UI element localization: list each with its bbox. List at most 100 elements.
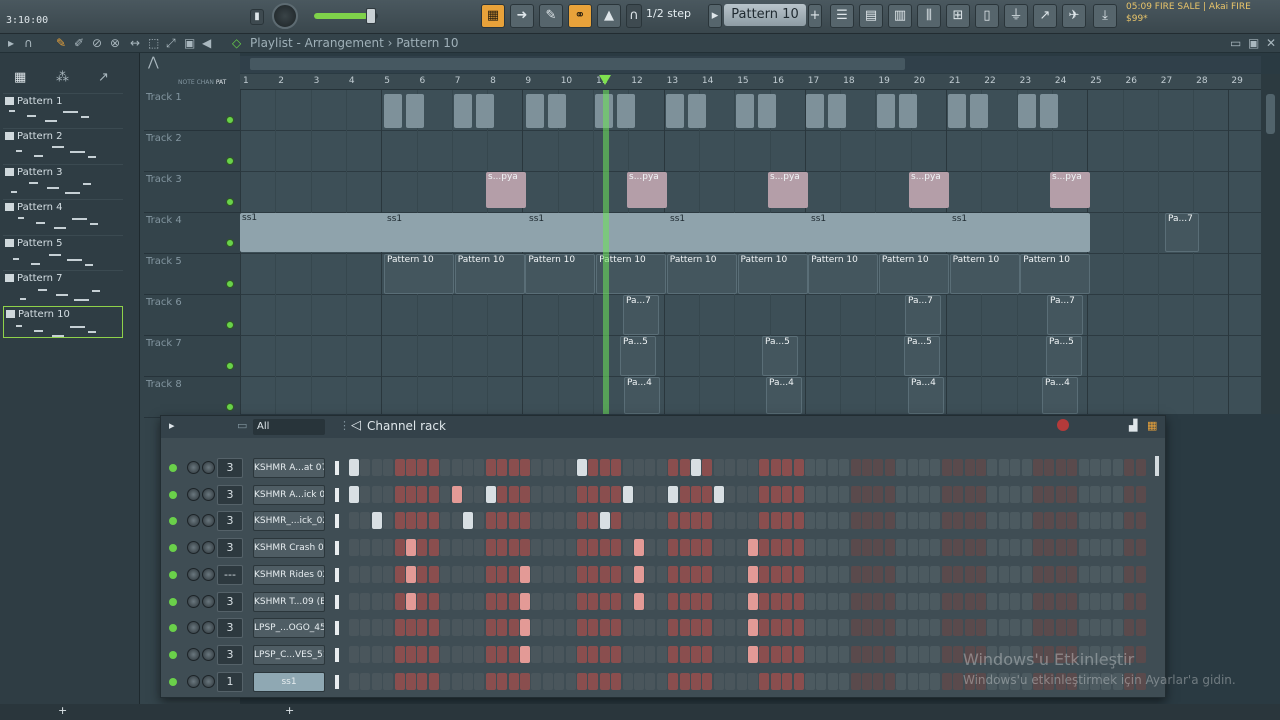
step-button[interactable] [588,485,599,503]
playlist-clip[interactable]: Pa...7 [623,295,659,335]
step-button[interactable] [713,512,724,530]
overview-window[interactable] [250,58,905,70]
step-button[interactable] [417,592,428,610]
step-button[interactable] [634,619,644,637]
step-button[interactable] [907,565,918,583]
step-button[interactable] [406,672,416,690]
step-button[interactable] [542,485,553,503]
step-button[interactable] [417,512,428,530]
channel-volume-knob[interactable] [202,647,215,661]
step-button[interactable] [805,592,815,610]
pattern-item[interactable]: Pattern 3 [3,164,123,198]
step-button[interactable] [1078,459,1089,476]
step-button[interactable] [474,565,485,583]
step-button[interactable] [941,539,952,557]
news-ticker[interactable]: 05:09 FIRE SALE | Akai FIRE $99* [1126,1,1278,25]
add-channel-icon[interactable]: + [285,704,294,717]
step-button[interactable] [394,459,405,476]
step-button[interactable] [770,459,781,476]
step-button[interactable] [554,619,565,637]
step-button[interactable] [873,565,884,583]
step-button[interactable] [622,459,633,476]
step-button[interactable] [736,539,747,557]
step-button[interactable] [1021,619,1032,637]
step-button[interactable] [976,565,986,583]
step-button[interactable] [1055,512,1066,530]
step-button[interactable] [1090,512,1100,530]
step-button[interactable] [919,565,929,583]
step-button[interactable] [531,539,542,557]
step-button[interactable] [805,459,815,476]
channel-select[interactable] [335,647,339,662]
audio-clip-icon[interactable]: ⁂ [56,70,69,85]
step-button[interactable] [919,485,929,503]
step-button[interactable] [691,592,701,610]
track-enable-led[interactable] [226,403,234,411]
step-button[interactable] [1044,512,1055,530]
step-button[interactable] [1044,485,1055,503]
step-button[interactable] [759,539,770,557]
step-button[interactable] [349,485,359,503]
step-button[interactable] [827,619,838,637]
step-button[interactable] [634,512,644,530]
step-button[interactable] [736,459,747,476]
step-button[interactable] [349,619,359,637]
step-button[interactable] [919,512,929,530]
step-button[interactable] [588,592,599,610]
step-button[interactable] [360,619,371,637]
step-button[interactable] [930,592,941,610]
step-button[interactable] [406,645,416,663]
step-button[interactable] [953,539,964,557]
step-button[interactable] [428,565,439,583]
channel-mixer-track[interactable]: 3 [217,538,243,559]
pattern-item[interactable]: Pattern 10 [3,306,123,338]
step-button[interactable] [1101,592,1112,610]
channel-name-button[interactable]: KSHMR T...09 (E) [253,591,325,612]
step-button[interactable] [611,485,622,503]
step-button[interactable] [588,645,599,663]
channel-pan-knob[interactable] [187,487,200,501]
step-button[interactable] [725,459,736,476]
step-button[interactable] [656,592,667,610]
step-button[interactable] [1010,485,1021,503]
step-button[interactable] [941,645,952,663]
link-icon[interactable]: ⚭ [568,4,592,28]
step-button[interactable] [782,459,793,476]
step-button[interactable] [953,459,964,476]
step-button[interactable] [1078,619,1089,637]
step-button[interactable] [793,539,804,557]
step-button[interactable] [896,565,907,583]
step-button[interactable] [542,645,553,663]
channel-pan-knob[interactable] [187,567,200,581]
step-button[interactable] [827,459,838,476]
step-button[interactable] [588,619,599,637]
track-header[interactable]: Track 6 [144,295,240,336]
step-button[interactable] [406,592,416,610]
step-button[interactable] [896,592,907,610]
step-button[interactable] [474,459,485,476]
step-button[interactable] [531,645,542,663]
step-button[interactable] [554,672,565,690]
step-button[interactable] [941,619,952,637]
step-button[interactable] [873,645,884,663]
step-button[interactable] [440,645,451,663]
step-button[interactable] [884,619,895,637]
step-button[interactable] [668,672,679,690]
channel-volume-knob[interactable] [202,541,215,555]
step-button[interactable] [793,512,804,530]
step-button[interactable] [1055,592,1066,610]
step-button[interactable] [1078,485,1089,503]
playlist-clip[interactable] [806,94,824,128]
playlist-clip[interactable]: s...pya [627,172,667,208]
step-button[interactable] [645,619,656,637]
graph-icon[interactable]: ▟ [1129,419,1137,432]
step-button[interactable] [805,512,815,530]
step-button[interactable] [565,485,576,503]
step-button[interactable] [588,539,599,557]
channel-mixer-track[interactable]: --- [217,564,243,585]
step-button[interactable] [451,539,462,557]
step-button[interactable] [702,539,713,557]
channel-mixer-track[interactable]: 3 [217,618,243,639]
step-button[interactable] [440,512,451,530]
step-button[interactable] [953,512,964,530]
